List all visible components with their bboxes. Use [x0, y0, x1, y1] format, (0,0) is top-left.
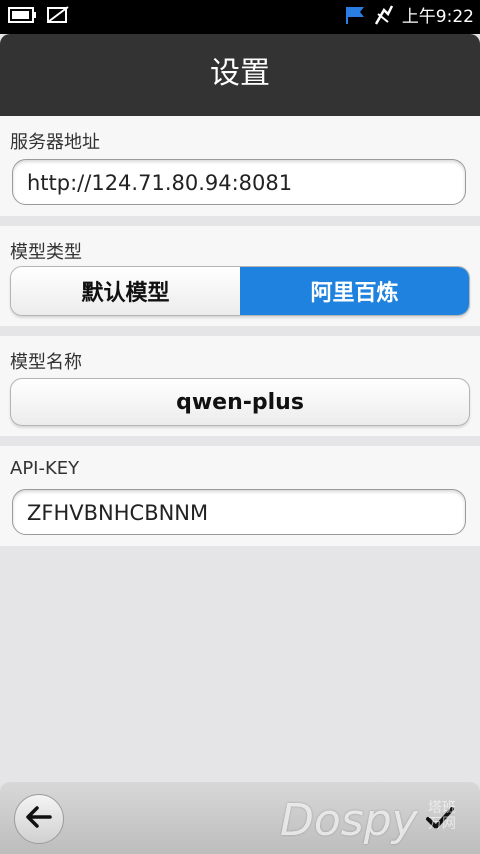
- signal-off-icon: [374, 4, 394, 30]
- api-key-value: ZFHVBNHCBNNM: [27, 501, 209, 525]
- model-type-section: 模型类型 默认模型 阿里百炼: [0, 226, 480, 326]
- back-button[interactable]: [14, 794, 64, 844]
- page-title: 设置: [210, 56, 270, 91]
- api-key-input[interactable]: ZFHVBNHCBNNM: [12, 489, 466, 535]
- clock: 上午9:22: [401, 7, 474, 27]
- model-name-label: 模型名称: [10, 352, 82, 373]
- title-bar: 设置: [0, 34, 480, 116]
- back-arrow-icon: [24, 805, 54, 833]
- server-address-input[interactable]: http://124.71.80.94:8081: [12, 159, 466, 205]
- server-address-value: http://124.71.80.94:8081: [27, 171, 293, 195]
- option-aliyun-bailian[interactable]: 阿里百炼: [240, 267, 469, 315]
- api-key-label: API-KEY: [10, 458, 80, 479]
- no-sim-icon: [46, 6, 70, 28]
- flag-icon: [344, 5, 366, 29]
- server-section: 服务器地址 http://124.71.80.94:8081: [0, 116, 480, 216]
- model-name-section: 模型名称 qwen-plus: [0, 336, 480, 436]
- watermark-brand: Dospy: [280, 795, 418, 846]
- api-key-section: API-KEY ZFHVBNHCBNNM: [0, 446, 480, 546]
- server-label: 服务器地址: [10, 132, 100, 153]
- option-default-model[interactable]: 默认模型: [11, 267, 240, 315]
- battery-icon: [8, 6, 38, 28]
- status-bar: 上午9:22: [0, 0, 480, 34]
- watermark-sub: 塔班 万网: [428, 800, 456, 832]
- model-name-selector[interactable]: qwen-plus: [10, 378, 470, 426]
- model-type-segmented-control: 默认模型 阿里百炼: [10, 266, 470, 316]
- model-type-label: 模型类型: [10, 242, 82, 263]
